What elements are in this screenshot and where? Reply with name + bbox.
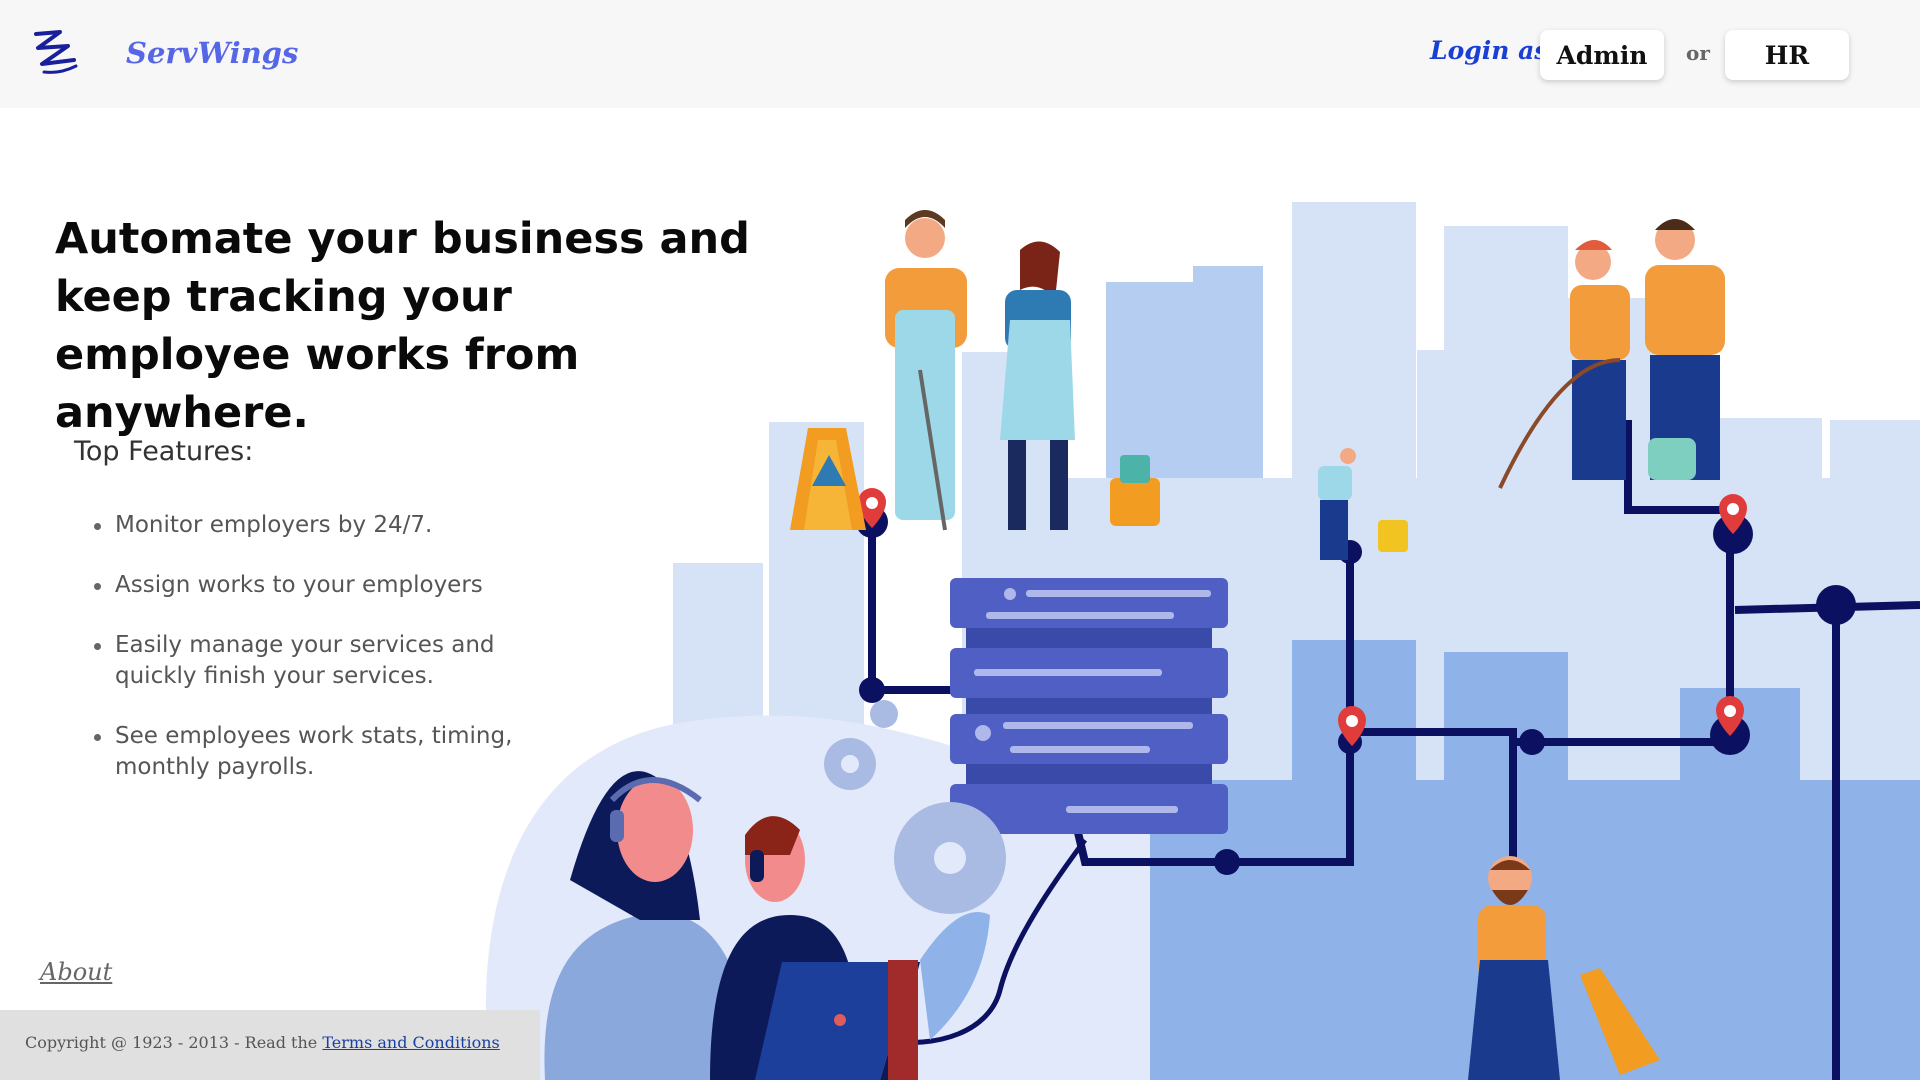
servwings-logo-icon[interactable] — [30, 26, 82, 78]
hero-headline: Automate your business and keep tracking… — [55, 214, 750, 438]
feature-text: Assign works to your employers — [115, 572, 483, 598]
bullet-icon — [94, 523, 101, 530]
bullet-icon — [94, 734, 101, 741]
features-title: Top Features: — [74, 436, 254, 467]
list-item: See employees work stats, timing, monthl… — [90, 721, 570, 783]
server-stack — [950, 578, 1228, 834]
footer-text: Copyright @ 1923 - 2013 - Read the Terms… — [25, 1033, 500, 1052]
copyright-text: Copyright @ 1923 - 2013 - Read the — [25, 1033, 318, 1052]
about-link[interactable]: About — [40, 958, 112, 986]
bullet-icon — [94, 583, 101, 590]
feature-text: Monitor employers by 24/7. — [115, 512, 433, 538]
feature-text: Easily manage your services and quickly … — [115, 632, 495, 689]
list-item: Assign works to your employers — [90, 570, 570, 601]
admin-login-button[interactable]: Admin — [1540, 30, 1664, 80]
terms-link[interactable]: Terms and Conditions — [322, 1033, 499, 1052]
bullet-icon — [94, 643, 101, 650]
brand-name[interactable]: ServWings — [126, 36, 298, 70]
list-item: Easily manage your services and quickly … — [90, 630, 570, 692]
top-header: ServWings Login as Admin or HR — [0, 0, 1920, 108]
login-as-label: Login as — [1430, 36, 1549, 65]
features-list: Monitor employers by 24/7. Assign works … — [90, 510, 570, 812]
hr-login-button[interactable]: HR — [1725, 30, 1849, 80]
feature-text: See employees work stats, timing, monthl… — [115, 723, 513, 780]
or-label: or — [1686, 41, 1710, 65]
list-item: Monitor employers by 24/7. — [90, 510, 570, 541]
